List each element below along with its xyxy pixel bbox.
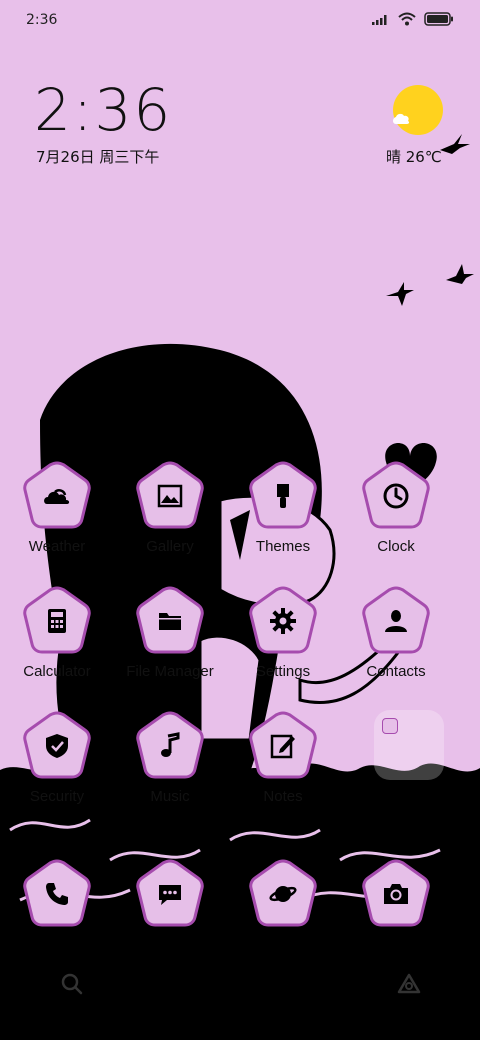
app-icon-tile bbox=[21, 585, 93, 657]
chat-icon bbox=[159, 885, 181, 905]
app-label: Gallery bbox=[146, 538, 194, 555]
cloud-sun-icon bbox=[44, 489, 70, 504]
search-icon[interactable] bbox=[60, 972, 84, 996]
app-settings[interactable]: Settings bbox=[233, 585, 333, 680]
clock-widget-date[interactable]: 7月26日 周三下午 bbox=[36, 146, 159, 167]
app-label: File Manager bbox=[126, 663, 214, 680]
dock-app-camera[interactable] bbox=[346, 858, 446, 930]
app-icon-tile bbox=[21, 858, 93, 930]
app-icon-tile bbox=[21, 710, 93, 782]
person-icon bbox=[385, 610, 407, 632]
app-icon-tile bbox=[360, 585, 432, 657]
dock-app-phone[interactable] bbox=[7, 858, 107, 930]
clock-widget-time[interactable]: 2:36 bbox=[34, 76, 172, 144]
music-note-icon bbox=[161, 732, 180, 757]
app-icon-tile bbox=[134, 858, 206, 930]
weather-sun-icon[interactable] bbox=[390, 84, 446, 136]
app-label: Calculator bbox=[23, 663, 91, 680]
app-icon-tile bbox=[360, 858, 432, 930]
app-weather[interactable]: Weather bbox=[7, 460, 107, 555]
assistant-icon[interactable] bbox=[396, 972, 422, 996]
shield-icon bbox=[46, 734, 68, 758]
bird-icon bbox=[446, 264, 474, 284]
edit-icon bbox=[270, 734, 295, 759]
app-label: Settings bbox=[255, 663, 311, 680]
camera-icon bbox=[384, 884, 408, 904]
app-music[interactable]: Music bbox=[120, 710, 220, 805]
app-icon-tile bbox=[134, 710, 206, 782]
paintbrush-icon bbox=[277, 484, 289, 508]
app-calculator[interactable]: Calculator bbox=[7, 585, 107, 680]
app-themes[interactable]: Themes bbox=[233, 460, 333, 555]
weather-widget-text[interactable]: 晴 26℃ bbox=[386, 146, 442, 167]
app-icon-tile bbox=[247, 858, 319, 930]
app-icon-tile bbox=[21, 460, 93, 532]
app-clock[interactable]: Clock bbox=[346, 460, 446, 555]
status-bar-icons bbox=[372, 12, 454, 26]
phone-icon bbox=[46, 883, 68, 905]
app-label: Themes bbox=[255, 538, 311, 555]
app-label: Clock bbox=[377, 538, 415, 555]
image-icon bbox=[157, 484, 183, 508]
app-icon-tile bbox=[134, 585, 206, 657]
app-icon-tile bbox=[360, 460, 432, 532]
app-contacts[interactable]: Contacts bbox=[346, 585, 446, 680]
clock-icon bbox=[383, 483, 409, 509]
wifi-icon bbox=[398, 12, 416, 26]
app-label: Security bbox=[29, 788, 85, 805]
dock-app-browser[interactable] bbox=[233, 858, 333, 930]
bird-icon bbox=[440, 134, 470, 154]
app-notes[interactable]: Notes bbox=[233, 710, 333, 805]
calculator-icon bbox=[48, 609, 66, 633]
folder-icon bbox=[159, 613, 181, 630]
battery-icon bbox=[424, 12, 453, 26]
folder-mini-app-icon bbox=[382, 718, 398, 734]
app-label: Notes bbox=[263, 788, 303, 805]
status-bar-time: 2:36 bbox=[26, 12, 58, 28]
app-file-manager[interactable]: File Manager bbox=[120, 585, 220, 680]
signal-icon bbox=[372, 15, 387, 25]
dock-app-messages[interactable] bbox=[120, 858, 220, 930]
bird-icon bbox=[386, 282, 414, 306]
app-icon-tile bbox=[134, 460, 206, 532]
app-gallery[interactable]: Gallery bbox=[120, 460, 220, 555]
app-label: Music bbox=[150, 788, 190, 805]
app-label: Weather bbox=[28, 538, 86, 555]
app-icon-tile bbox=[247, 460, 319, 532]
app-security[interactable]: Security bbox=[7, 710, 107, 805]
planet-icon bbox=[269, 886, 297, 902]
gear-icon bbox=[270, 608, 296, 634]
app-icon-tile bbox=[247, 585, 319, 657]
app-icon-tile bbox=[247, 710, 319, 782]
app-label: Contacts bbox=[366, 663, 426, 680]
app-folder[interactable] bbox=[374, 710, 444, 780]
